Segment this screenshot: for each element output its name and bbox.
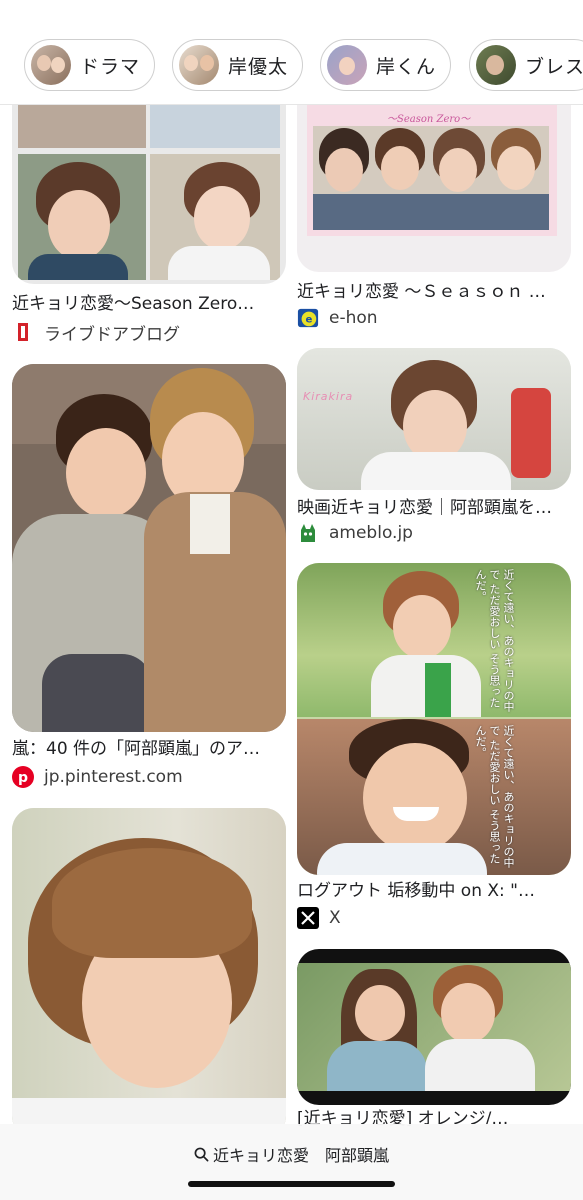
result-source[interactable]: e e-hon [297, 306, 571, 330]
home-indicator[interactable] [188, 1181, 395, 1187]
bottom-search-bar[interactable]: 近キョリ恋愛 阿部顕嵐 [0, 1124, 583, 1200]
result-title[interactable]: 映画近キョリ恋愛｜阿部顕嵐を… [297, 497, 571, 519]
svg-text:e: e [305, 315, 312, 326]
chip-drama[interactable]: ドラマ [24, 39, 156, 91]
result-source-name: jp.pinterest.com [44, 767, 183, 787]
result-source[interactable]: X [297, 906, 571, 930]
season-zero-banner: ～Season Zero～ [387, 114, 471, 125]
x-icon [297, 907, 319, 929]
livedoor-icon [12, 321, 34, 343]
chip-label: 岸優太 [228, 55, 289, 78]
overlay-quote-bottom: 近くて遠い、あのキョリの中で ただ愛おしい そう思ったんだ。 [474, 725, 515, 868]
result-image[interactable] [297, 949, 571, 1105]
chip-thumbnail [327, 45, 367, 85]
result-title[interactable]: 近キョリ恋愛〜Season Zero… [12, 293, 286, 315]
e-hon-icon: e [297, 307, 319, 329]
result-image[interactable]: 近くて遠い、あのキョリの中で ただ愛おしい そう思ったんだ。 近くて遠い、あのキ… [297, 563, 571, 875]
result-title[interactable]: 近キョリ恋愛 〜Ｓｅａｓｏｎ … [297, 281, 571, 303]
result-image[interactable] [12, 808, 286, 1138]
result-image[interactable] [12, 364, 286, 732]
result-source-name: ameblo.jp [329, 523, 413, 543]
search-query-display[interactable]: 近キョリ恋愛 阿部顕嵐 [0, 1142, 583, 1166]
result-source-name: X [329, 908, 341, 928]
search-icon [194, 1147, 209, 1161]
pinterest-icon: p [12, 766, 34, 788]
chip-kishi-kun[interactable]: 岸くん [320, 39, 452, 91]
related-searches-bar: ドラマ 岸優太 岸くん ブレス [0, 0, 583, 105]
chip-label: ブレス [525, 55, 583, 78]
chip-thumbnail [31, 45, 71, 85]
chip-kishi-yuta[interactable]: 岸優太 [172, 39, 304, 91]
result-source[interactable]: p jp.pinterest.com [12, 765, 286, 789]
chip-label: 岸くん [376, 55, 437, 78]
chip-breath[interactable]: ブレス [469, 39, 583, 91]
result-title[interactable]: 嵐：40 件の「阿部顕嵐」のア… [12, 738, 286, 760]
ameblo-icon [297, 522, 319, 544]
result-source-name: e-hon [329, 308, 378, 328]
result-title[interactable]: ログアウト 垢移動中 on X: "… [297, 880, 571, 902]
overlay-quote-top: 近くて遠い、あのキョリの中で ただ愛おしい そう思ったんだ。 [474, 569, 515, 712]
result-source[interactable]: ライブドアブログ [12, 320, 286, 345]
result-source-name: ライブドアブログ [44, 324, 180, 345]
result-source[interactable]: ameblo.jp [297, 521, 571, 545]
result-image[interactable]: Kirakira [297, 348, 571, 490]
kirakira-text: Kirakira [303, 390, 354, 403]
chip-thumbnail [179, 45, 219, 85]
chip-thumbnail [476, 45, 516, 85]
chip-label: ドラマ [80, 55, 141, 78]
svg-text:p: p [18, 770, 28, 786]
search-query-text: 近キョリ恋愛 阿部顕嵐 [212, 1146, 389, 1165]
